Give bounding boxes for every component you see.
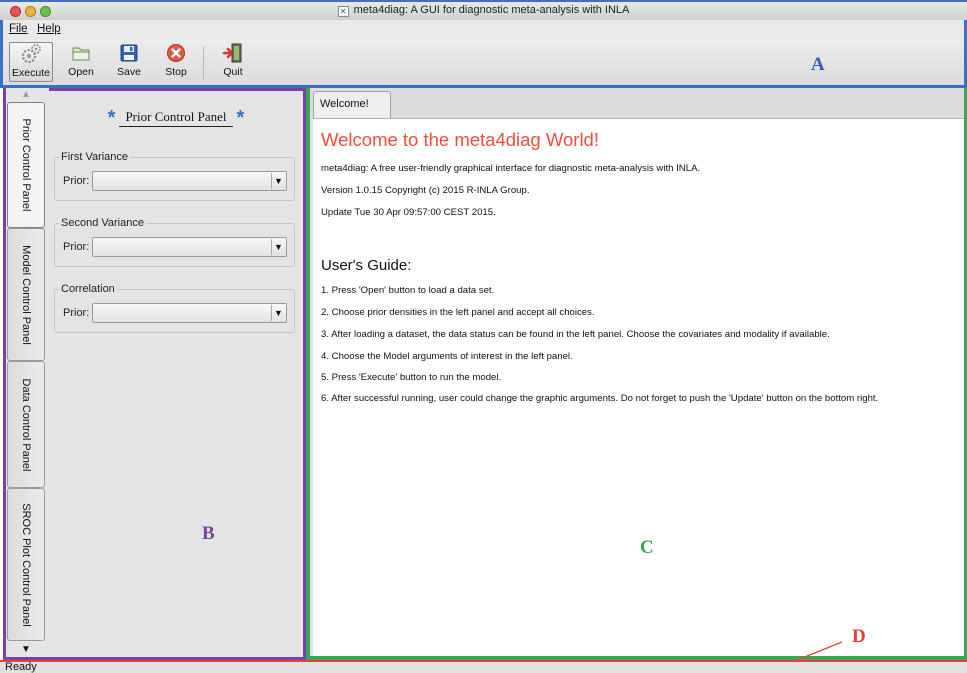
open-button[interactable]: Open	[63, 42, 99, 82]
side-tab-strip: ▲ Prior Control Panel Model Control Pane…	[3, 88, 49, 660]
region-label-b: B	[202, 523, 215, 544]
tab-prior-control-panel[interactable]: Prior Control Panel	[7, 102, 45, 228]
save-button[interactable]: Save	[111, 42, 147, 82]
panel-header: * Prior Control Panel *	[49, 107, 303, 130]
stop-button[interactable]: Stop	[158, 42, 194, 82]
second-variance-prior-select[interactable]: ▼	[92, 237, 287, 257]
floppy-disk-icon	[118, 42, 140, 64]
correlation-prior-select[interactable]: ▼	[92, 303, 287, 323]
prior-label: Prior:	[63, 241, 90, 253]
main-tab-bar: Welcome!	[310, 88, 964, 118]
tab-welcome[interactable]: Welcome!	[313, 91, 391, 118]
execute-label: Execute	[12, 67, 50, 79]
window-title: meta4diag: A GUI for diagnostic meta-ana…	[353, 4, 630, 16]
intro-line: meta4diag: A free user-friendly graphica…	[321, 163, 701, 174]
toolbar-separator	[203, 46, 204, 80]
execute-button[interactable]: Execute	[9, 42, 53, 82]
prior-control-panel: * Prior Control Panel * First Variance Pri…	[49, 88, 306, 660]
intro-line: Update Tue 30 Apr 09:57:00 CEST 2015.	[321, 207, 496, 218]
tab-model-control-panel-label: Model Control Panel	[20, 244, 32, 345]
window-title-area: ✕ meta4diag: A GUI for diagnostic meta-an…	[0, 4, 967, 17]
first-variance-prior-select[interactable]: ▼	[92, 171, 287, 191]
tab-data-control-panel[interactable]: Data Control Panel	[7, 361, 45, 488]
quit-label: Quit	[223, 66, 243, 78]
title-bar: ✕ meta4diag: A GUI for diagnostic meta-an…	[0, 0, 967, 20]
second-variance-group: Second Variance Prior: ▼	[54, 217, 295, 267]
app-icon: ✕	[337, 6, 349, 17]
prior-label: Prior:	[63, 307, 90, 319]
guide-step: 1. Press 'Open' button to load a data se…	[321, 285, 495, 296]
dropdown-arrow-icon[interactable]: ▼	[271, 173, 285, 189]
status-text: Ready	[5, 661, 37, 673]
welcome-page: Welcome to the meta4diag World! meta4dia…	[313, 118, 964, 656]
toolbar: Execute Open Save Stop Quit A	[0, 40, 967, 88]
tab-sroc-plot-control-panel[interactable]: SROC Plot Control Panel	[7, 488, 45, 641]
menu-help[interactable]: Help	[37, 23, 61, 35]
region-label-c: C	[640, 537, 654, 558]
main-content-panel: Welcome! Welcome to the meta4diag World!…	[306, 88, 967, 660]
guide-step: 2. Choose prior densities in the left pa…	[321, 307, 595, 318]
exit-door-icon	[222, 42, 244, 64]
menu-file-label: File	[9, 23, 28, 35]
star-icon: *	[236, 107, 245, 129]
tab-model-control-panel[interactable]: Model Control Panel	[7, 228, 45, 361]
region-label-d: D	[852, 626, 866, 647]
status-bar: Ready	[0, 660, 967, 673]
folder-icon	[70, 42, 92, 64]
save-label: Save	[117, 66, 141, 78]
panel-title: Prior Control Panel	[119, 109, 233, 127]
group-legend: Correlation	[59, 283, 117, 295]
guide-step: 3. After loading a dataset, the data sta…	[321, 329, 830, 340]
quit-button[interactable]: Quit	[215, 42, 251, 82]
region-label-a: A	[811, 54, 825, 75]
menu-help-label: Help	[37, 23, 61, 35]
guide-step: 5. Press 'Execute' button to run the mod…	[321, 372, 502, 383]
group-legend: Second Variance	[59, 217, 146, 229]
tab-prior-control-panel-label: Prior Control Panel	[20, 118, 32, 212]
scroll-up-arrow-icon[interactable]: ▲	[6, 88, 46, 102]
guide-heading: User's Guide:	[321, 257, 412, 274]
first-variance-group: First Variance Prior: ▼	[54, 151, 295, 201]
group-legend: First Variance	[59, 151, 131, 163]
menu-file[interactable]: File	[9, 23, 28, 35]
prior-label: Prior:	[63, 175, 90, 187]
stop-icon	[165, 42, 187, 64]
welcome-heading: Welcome to the meta4diag World!	[321, 129, 599, 150]
guide-step: 6. After successful running, user could …	[321, 393, 879, 404]
gears-icon	[20, 43, 42, 65]
stop-label: Stop	[165, 66, 187, 78]
intro-line: Version 1.0.15 Copyright (c) 2015 R-INLA…	[321, 185, 530, 196]
star-icon: *	[107, 107, 116, 129]
dropdown-arrow-icon[interactable]: ▼	[271, 239, 285, 255]
open-label: Open	[68, 66, 94, 78]
scroll-down-arrow-icon[interactable]: ▼	[6, 643, 46, 657]
guide-step: 4. Choose the Model arguments of interes…	[321, 351, 573, 362]
correlation-group: Correlation Prior: ▼	[54, 283, 295, 333]
menu-bar: File Help	[0, 20, 967, 40]
dropdown-arrow-icon[interactable]: ▼	[271, 305, 285, 321]
tab-sroc-plot-control-panel-label: SROC Plot Control Panel	[20, 502, 32, 627]
tab-data-control-panel-label: Data Control Panel	[20, 378, 32, 471]
